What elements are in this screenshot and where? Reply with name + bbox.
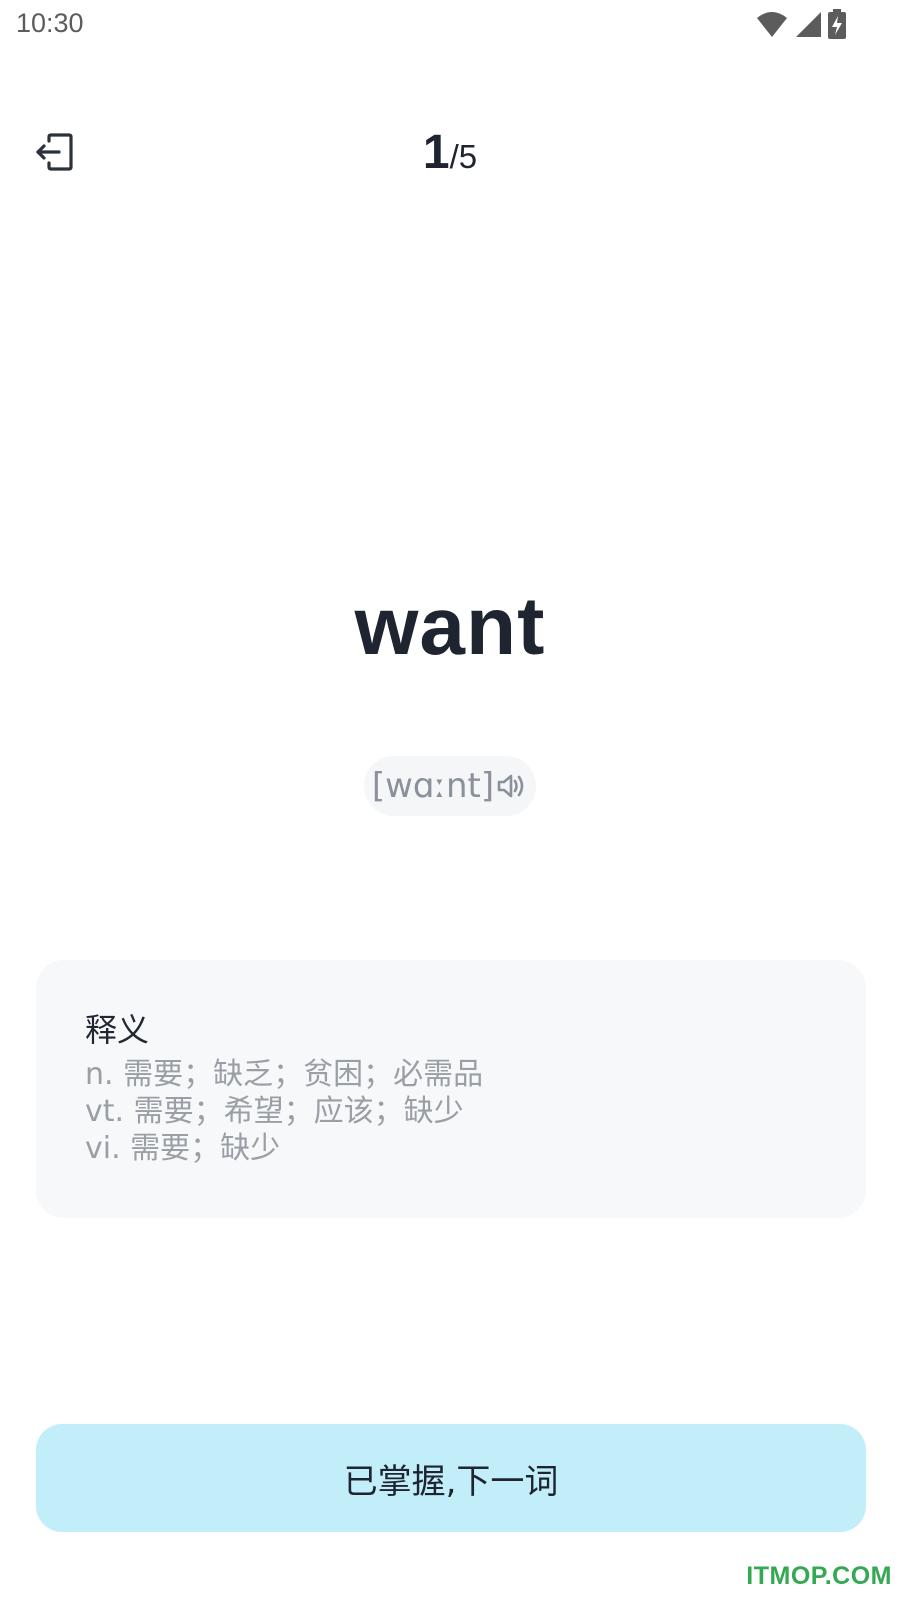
- phonetic-text: [wɑːnt]: [371, 766, 495, 806]
- definition-title: 释义: [85, 1011, 150, 1049]
- watermark: ITMOP.COM: [746, 1562, 892, 1590]
- definition-line: n. 需要；缺乏；贫困；必需品: [85, 1057, 484, 1092]
- status-icons: [756, 9, 846, 39]
- definition-line: vi. 需要；缺少: [85, 1131, 281, 1166]
- progress-total: 5: [458, 138, 478, 175]
- status-time: 10:30: [16, 8, 84, 38]
- mastered-next-button[interactable]: 已掌握,下一词: [36, 1424, 866, 1532]
- status-bar: 10:30: [0, 0, 900, 50]
- pronunciation-button[interactable]: [wɑːnt]: [364, 756, 536, 816]
- progress-separator: /: [449, 138, 459, 175]
- progress-indicator: 1/5: [0, 125, 900, 180]
- signal-icon: [796, 12, 821, 37]
- battery-charging-icon: [828, 9, 846, 39]
- word-title: want: [354, 581, 546, 672]
- definition-card: 释义 n. 需要；缺乏；贫困；必需品 vt. 需要；希望；应该；缺少 vi. 需…: [36, 960, 866, 1218]
- definition-line: vt. 需要；希望；应该；缺少: [85, 1094, 464, 1129]
- wifi-icon: [757, 12, 787, 37]
- progress-current: 1: [422, 126, 450, 179]
- speaker-icon: [497, 774, 524, 798]
